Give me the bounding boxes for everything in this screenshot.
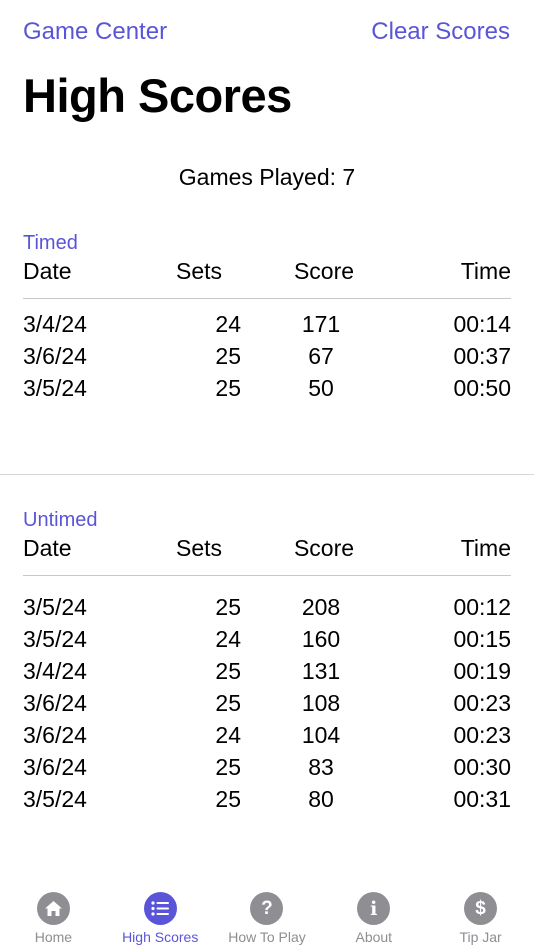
timed-header-row: Date Sets Score Time [23,258,511,299]
score-cell: 50 [308,375,334,401]
sets-cell: 25 [215,594,241,620]
date-cell: 3/5/24 [23,594,87,620]
clear-scores-button[interactable]: Clear Scores [371,18,510,46]
col-sets-header: Sets [175,535,223,561]
date-cell: 3/4/24 [23,311,87,337]
timed-section: Timed Date Sets Score Time 3/4/24 24 171… [23,232,511,407]
tab-tip-jar[interactable]: $ Tip Jar [427,876,534,950]
table-row: 3/5/24 25 80 00:31 [23,786,511,808]
sets-cell: 24 [215,626,241,652]
sets-cell: 25 [215,658,241,684]
dollar-icon: $ [464,892,498,925]
time-cell: 00:14 [453,311,511,337]
col-time-header: Time [460,258,511,284]
table-row: 3/4/24 25 131 00:19 [23,658,511,690]
score-cell: 108 [301,690,341,716]
untimed-section: Untimed Date Sets Score Time [23,509,511,576]
games-played-text: Games Played: 7 [0,164,534,191]
tab-home[interactable]: Home [0,876,107,950]
sets-cell: 24 [215,311,241,337]
home-icon [36,892,70,925]
date-cell: 3/5/24 [23,786,87,808]
game-center-link[interactable]: Game Center [23,18,167,46]
date-cell: 3/6/24 [23,754,87,780]
time-cell: 00:37 [453,343,511,369]
top-bar: Game Center Clear Scores [23,14,510,50]
score-cell: 67 [308,343,334,369]
date-cell: 3/5/24 [23,375,87,401]
table-row: 3/5/24 24 160 00:15 [23,626,511,658]
col-score-header: Score [293,258,355,284]
timed-label: Timed [23,232,78,254]
table-row: 3/6/24 25 67 00:37 [23,343,511,375]
tab-label: About [355,929,393,945]
tab-high-scores[interactable]: High Scores [107,876,214,950]
games-played-label: Games Played: 7 [178,164,356,190]
untimed-header-row: Date Sets Score Time [23,535,511,576]
score-cell: 104 [301,722,341,748]
info-icon: i [357,892,391,925]
list-icon [143,892,177,925]
tab-bar: Home High Scores ? How To Play i About $… [0,876,534,950]
table-row: 3/5/24 25 208 00:12 [23,594,511,626]
sets-cell: 25 [215,343,241,369]
question-icon: ? [250,892,284,925]
col-time-header: Time [460,535,511,561]
col-score-header: Score [293,535,355,561]
time-cell: 00:31 [453,786,511,808]
untimed-label: Untimed [23,509,98,531]
col-date-header: Date [23,535,72,561]
tab-label: High Scores [122,929,199,945]
time-cell: 00:30 [453,754,511,780]
timed-rows: 3/4/24 24 171 00:14 3/6/24 25 67 00:37 3… [23,311,511,407]
tab-label: Home [34,929,73,945]
sets-cell: 24 [215,722,241,748]
page-title: High Scores [23,69,292,122]
sets-cell: 25 [215,690,241,716]
table-row: 3/6/24 24 104 00:23 [23,722,511,754]
time-cell: 00:23 [453,722,511,748]
section-divider [0,474,534,475]
score-cell: 80 [308,786,334,808]
date-cell: 3/6/24 [23,722,87,748]
table-row: 3/4/24 24 171 00:14 [23,311,511,343]
score-cell: 131 [301,658,341,684]
time-cell: 00:23 [453,690,511,716]
time-cell: 00:19 [453,658,511,684]
untimed-rows: 3/5/24 25 208 00:12 3/5/24 24 160 00:15 … [23,594,511,808]
col-sets-header: Sets [175,258,223,284]
sets-cell: 25 [215,786,241,808]
table-row: 3/6/24 25 108 00:23 [23,690,511,722]
score-cell: 171 [301,311,341,337]
date-cell: 3/5/24 [23,626,87,652]
tab-label: Tip Jar [459,929,502,945]
time-cell: 00:15 [453,626,511,652]
col-date-header: Date [23,258,72,284]
score-cell: 208 [301,594,341,620]
table-row: 3/5/24 25 50 00:50 [23,375,511,407]
date-cell: 3/4/24 [23,658,87,684]
time-cell: 00:12 [453,594,511,620]
date-cell: 3/6/24 [23,690,87,716]
score-cell: 83 [308,754,334,780]
date-cell: 3/6/24 [23,343,87,369]
tab-how-to-play[interactable]: ? How To Play [214,876,321,950]
tab-label: How To Play [228,929,306,945]
table-row: 3/6/24 25 83 00:30 [23,754,511,786]
sets-cell: 25 [215,375,241,401]
sets-cell: 25 [215,754,241,780]
tab-about[interactable]: i About [320,876,427,950]
time-cell: 00:50 [453,375,511,401]
score-cell: 160 [301,626,341,652]
untimed-scroll-list[interactable]: 3/5/24 25 208 00:12 3/5/24 24 160 00:15 … [23,590,511,808]
